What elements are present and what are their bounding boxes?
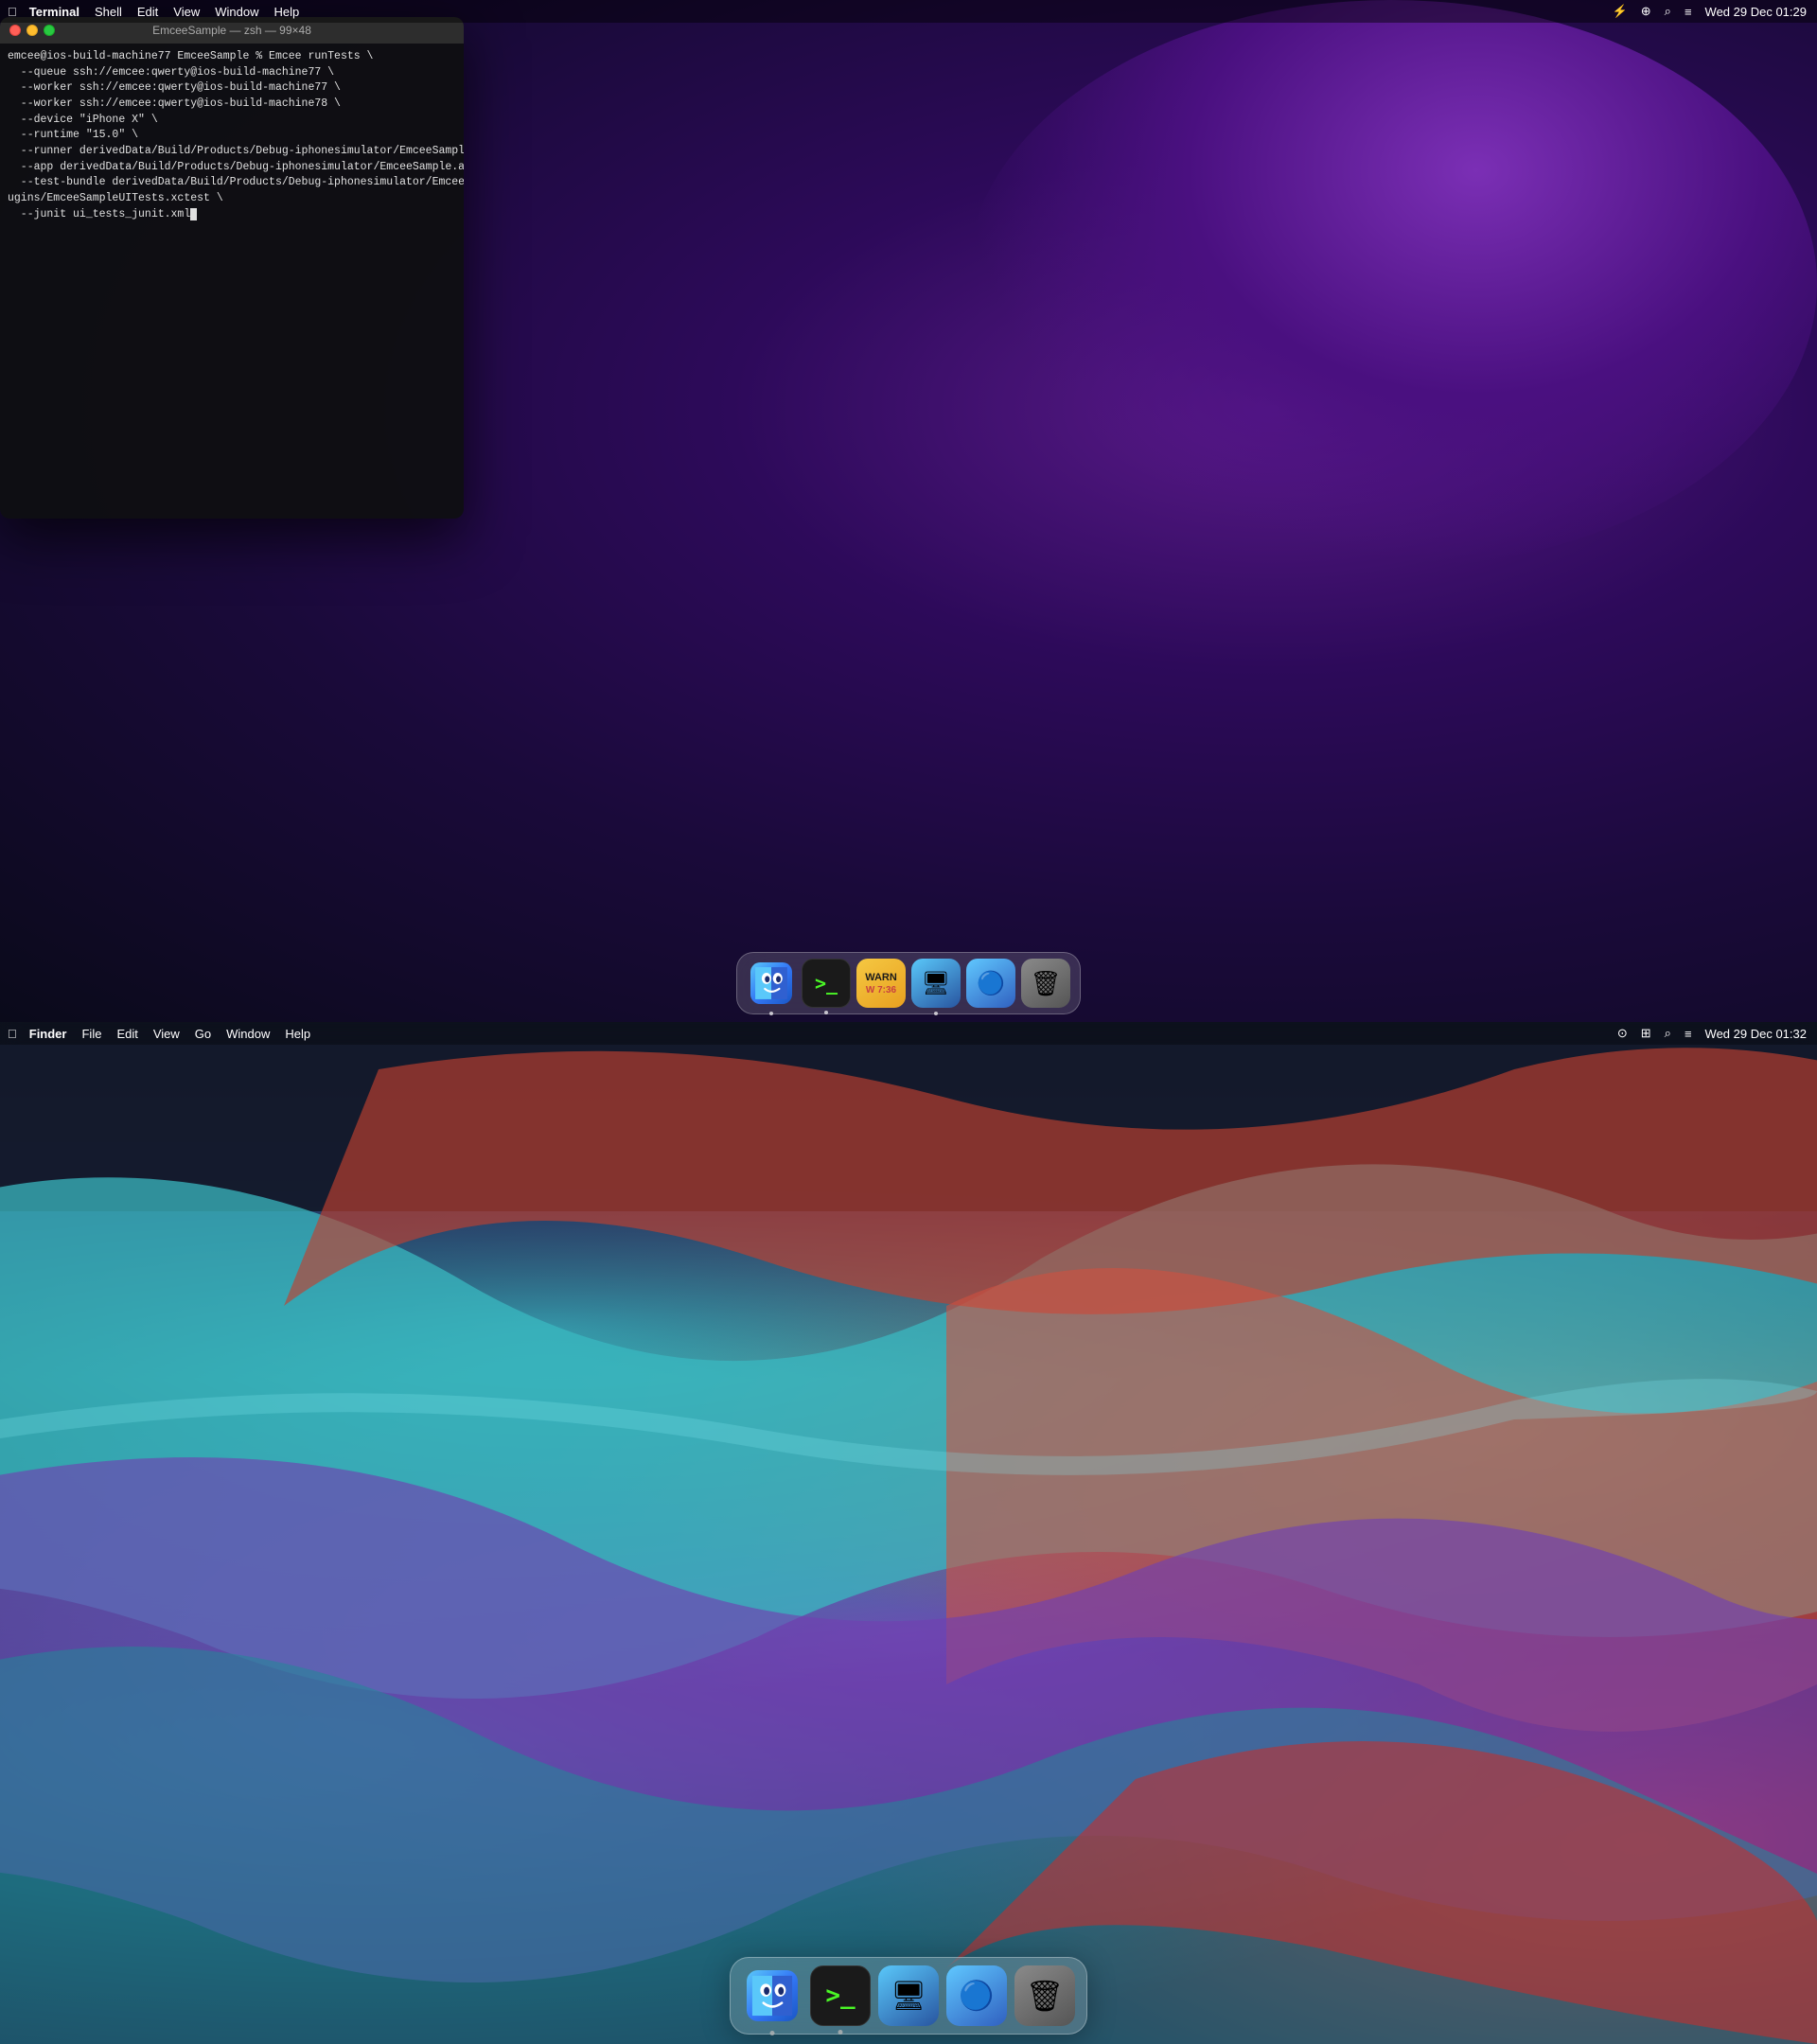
menu-go-bottom[interactable]: Go [188,1025,218,1043]
notification-icon-bottom[interactable]: ≡ [1682,1027,1695,1041]
search-icon-top[interactable]: ⌕ [1662,4,1674,19]
menu-items-top: Terminal Shell Edit View Window Help [23,3,307,21]
wallpaper-svg [0,1022,1817,2044]
terminal-dot-top [824,1011,828,1014]
terminal-icon-glyph-top: >_ [815,972,838,995]
privacy-icon-glyph-top: 🔵 [977,970,1005,997]
dock-screens-bottom[interactable]: 🖥 [878,1965,939,2026]
datetime-top: Wed 29 Dec 01:29 [1702,5,1809,19]
dock-bottom: >_ 🖥 🔵 🗑 [730,1957,1087,2035]
term-line-7: --runner derivedData/Build/Products/Debu… [8,144,456,160]
menubar-top-right: ⚡ ⊕ ⌕ ≡ Wed 29 Dec 01:29 [1610,4,1809,19]
terminal-window: EmceeSample — zsh — 99×48 emcee@ios-buil… [0,17,464,519]
screens-icon-glyph-bottom: 🖥 [891,1980,926,2013]
dock-privacy-bottom[interactable]: 🔵 [946,1965,1007,2026]
term-line-4: --worker ssh://emcee:qwerty@ios-build-ma… [8,97,456,113]
screens-dot-top [934,1012,938,1015]
dock-screens-top[interactable]: 🖥 [911,959,961,1008]
search-icon-bottom[interactable]: ⌕ [1662,1026,1674,1041]
close-button[interactable] [9,25,21,36]
finder-icon-bottom [747,1970,798,2021]
wifi-icon-top[interactable]: ⊕ [1638,4,1654,19]
terminal-title: EmceeSample — zsh — 99×48 [152,24,311,37]
privacy-icon-glyph-bottom: 🔵 [959,1980,994,2013]
menu-window-bottom[interactable]: Window [220,1025,276,1043]
menu-finder-bottom[interactable]: Finder [23,1025,74,1043]
finder-dot-bottom [770,2031,775,2035]
menu-file-bottom[interactable]: File [75,1025,108,1043]
menu-edit-bottom[interactable]: Edit [110,1025,144,1043]
term-line-6: --runtime "15.0" \ [8,128,456,144]
trash-icon-glyph-top: 🗑 [1030,969,1061,998]
battery-icon-top[interactable]: ⚡ [1610,4,1631,19]
terminal-dot-bottom [838,2030,843,2035]
trash-icon-glyph-bottom: 🗑 [1026,1978,1065,2014]
menubar-top:  Terminal Shell Edit View Window Help ⚡… [0,0,1817,23]
term-line-3: --worker ssh://emcee:qwerty@ios-build-ma… [8,80,456,97]
dock-trash-bottom[interactable]: 🗑 [1014,1965,1075,2026]
menu-edit-top[interactable]: Edit [131,3,165,21]
term-line-5: --device "iPhone X" \ [8,113,456,129]
term-line-11: --junit ui_tests_junit.xml [8,207,456,223]
datetime-bottom: Wed 29 Dec 01:32 [1702,1027,1809,1041]
dock-terminal-top[interactable]: >_ [802,959,851,1008]
term-line-1: emcee@ios-build-machine77 EmceeSample % … [8,49,456,65]
dock-privacy-top[interactable]: 🔵 [966,959,1015,1008]
minimize-button[interactable] [26,25,38,36]
apple-menu-bottom[interactable]:  [8,1027,17,1041]
dock-terminal-bottom[interactable]: >_ [810,1965,871,2026]
dock-finder-top[interactable] [747,959,796,1008]
screencast-icon-bottom[interactable]: ⊞ [1638,1026,1654,1041]
bottom-desktop:  Finder File Edit View Go Window Help ⊙… [0,1022,1817,2044]
console-warn-count: W 7:36 [866,985,896,996]
term-line-10: ugins/EmceeSampleUITests.xctest \ [8,191,456,207]
notification-icon-top[interactable]: ≡ [1682,5,1695,19]
menu-help-bottom[interactable]: Help [278,1025,317,1043]
accessibility-icon-bottom[interactable]: ⊙ [1614,1026,1631,1041]
apple-menu-top[interactable]:  [8,5,17,19]
menu-view-bottom[interactable]: View [147,1025,186,1043]
finder-icon-top [750,962,792,1004]
terminal-icon-glyph-bottom: >_ [825,1982,855,2010]
term-line-2: --queue ssh://emcee:qwerty@ios-build-mac… [8,65,456,81]
finder-dot-top [769,1012,773,1015]
menubar-bottom-right: ⊙ ⊞ ⌕ ≡ Wed 29 Dec 01:32 [1614,1026,1809,1041]
dock-top: >_ WARN W 7:36 🖥 🔵 🗑 [736,952,1081,1014]
menu-terminal[interactable]: Terminal [23,3,86,21]
menu-shell[interactable]: Shell [88,3,129,21]
menu-view-top[interactable]: View [167,3,206,21]
screens-icon-glyph-top: 🖥 [922,970,950,997]
traffic-lights [9,25,55,36]
console-warn-label: WARN [865,972,897,983]
dock-console-top[interactable]: WARN W 7:36 [856,959,906,1008]
menu-help-top[interactable]: Help [268,3,307,21]
menubar-bottom:  Finder File Edit View Go Window Help ⊙… [0,1022,1817,1045]
term-line-9: --test-bundle derivedData/Build/Products… [8,175,456,191]
menu-window-top[interactable]: Window [208,3,265,21]
term-line-8: --app derivedData/Build/Products/Debug-i… [8,160,456,176]
terminal-body[interactable]: emcee@ios-build-machine77 EmceeSample % … [0,44,464,519]
dock-finder-bottom[interactable] [742,1965,803,2026]
top-desktop:  Terminal Shell Edit View Window Help ⚡… [0,0,1817,1022]
maximize-button[interactable] [44,25,55,36]
dock-trash-top[interactable]: 🗑 [1021,959,1070,1008]
menu-items-bottom: Finder File Edit View Go Window Help [23,1025,317,1043]
